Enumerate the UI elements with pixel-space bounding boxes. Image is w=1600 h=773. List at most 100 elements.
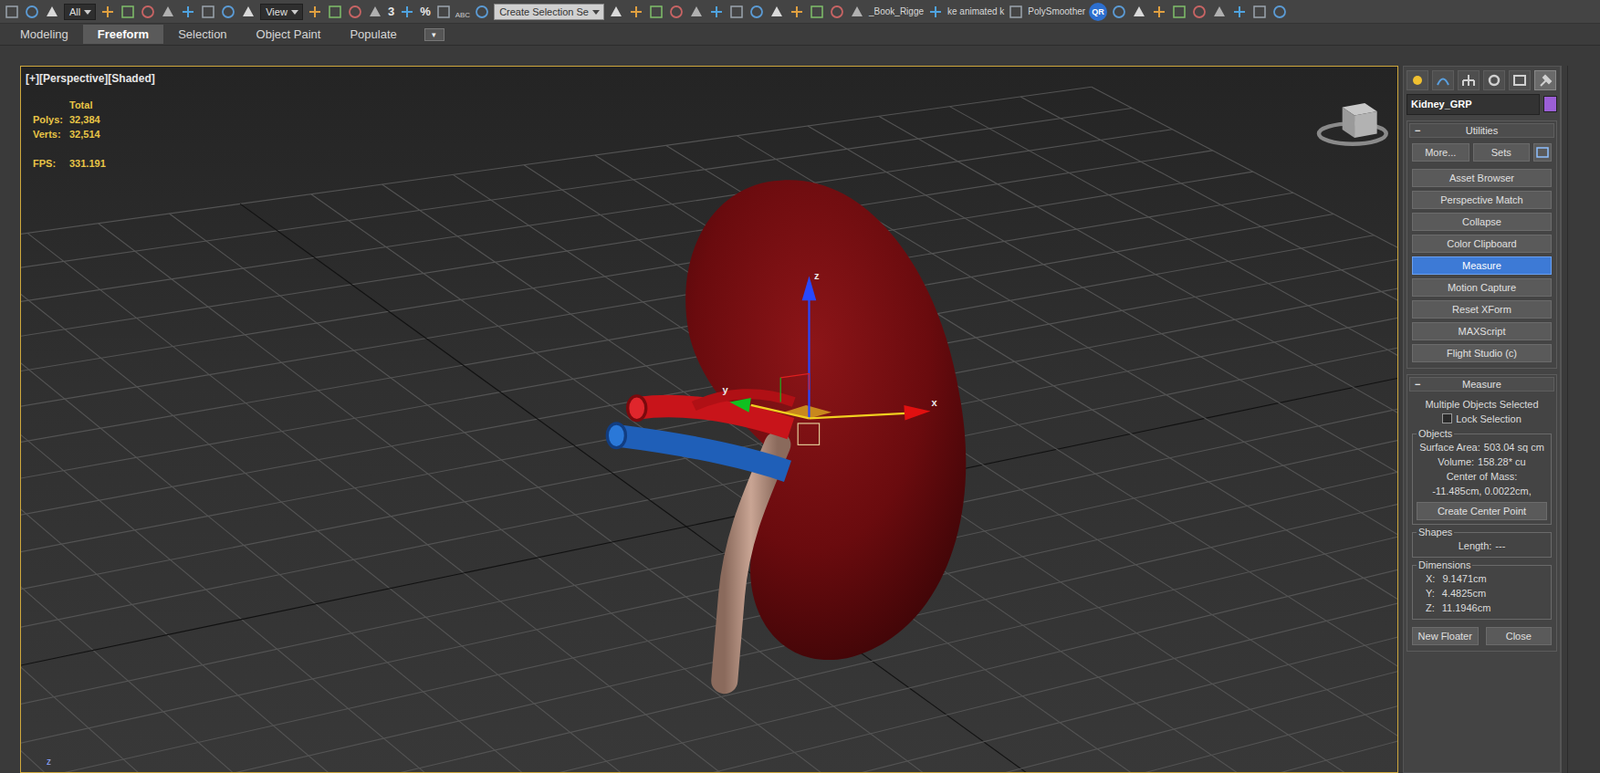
utility-button[interactable]: Flight Studio (c) xyxy=(1411,344,1552,363)
tool-icon[interactable] xyxy=(768,3,785,21)
ribbon-tabs: ModelingFreeformSelectionObject PaintPop… xyxy=(0,23,1600,46)
qr-button[interactable]: QR xyxy=(1088,2,1108,21)
edit-named-selection[interactable]: ABC xyxy=(455,10,471,23)
utility-button[interactable]: MAXScript xyxy=(1411,322,1552,341)
tool-icon[interactable] xyxy=(473,3,491,21)
tool-icon[interactable] xyxy=(668,3,685,21)
ribbon-tab[interactable]: Modeling xyxy=(5,24,84,44)
configure-sets-icon[interactable] xyxy=(1533,143,1552,162)
toolbar-script-label[interactable]: _Book_Rigge xyxy=(868,4,924,19)
tool-icon[interactable] xyxy=(1191,3,1208,21)
ribbon-tab[interactable]: Populate xyxy=(334,24,411,44)
tool-icon[interactable] xyxy=(648,3,665,21)
utility-button[interactable]: Color Clipboard xyxy=(1411,234,1552,253)
tool-icon[interactable] xyxy=(435,3,452,21)
move-gizmo[interactable]: xyz xyxy=(722,270,939,446)
tool-icon[interactable] xyxy=(23,3,41,21)
tool-icon[interactable] xyxy=(927,3,944,21)
toolbar-dropdown[interactable]: All xyxy=(63,3,96,21)
rollout-header[interactable]: −Utilities xyxy=(1409,123,1555,138)
object-name-field[interactable]: Kidney_GRP xyxy=(1406,94,1540,116)
utility-button[interactable]: Perspective Match xyxy=(1411,190,1552,210)
tool-icon[interactable] xyxy=(828,3,846,21)
toolbar-script-label[interactable]: ke animated k xyxy=(947,4,1004,19)
dimension-list: X:9.1471cmY:4.4825cmZ:11.1946cm xyxy=(1416,571,1548,616)
new-floater-button[interactable]: New Floater xyxy=(1411,627,1479,646)
tool-icon[interactable] xyxy=(1150,3,1168,21)
utility-button[interactable]: Measure xyxy=(1411,256,1552,275)
tool-icon[interactable] xyxy=(179,3,197,21)
lock-selection-checkbox[interactable] xyxy=(1442,413,1453,424)
tool-icon[interactable] xyxy=(346,3,364,21)
panel-tab-icon[interactable] xyxy=(1406,70,1429,91)
lock-selection-row[interactable]: Lock Selection xyxy=(1411,411,1552,427)
panel-tab-icon[interactable] xyxy=(1432,70,1454,91)
tool-icon[interactable] xyxy=(748,3,765,21)
tool-icon[interactable] xyxy=(708,3,725,21)
rollout-toggle[interactable]: − xyxy=(1414,377,1421,391)
tool-icon[interactable] xyxy=(1110,3,1128,21)
viewport-label-menu[interactable]: [+][Perspective][Shaded] xyxy=(25,70,156,87)
viewport-scene[interactable]: xyz xyxy=(20,66,1398,773)
viewcube-icon[interactable] xyxy=(1318,103,1387,145)
tool-icon[interactable] xyxy=(728,3,745,21)
tool-icon[interactable] xyxy=(326,3,344,21)
toolbar-script-label[interactable]: PolySmoother xyxy=(1027,4,1086,19)
panel-tab-icon[interactable] xyxy=(1534,70,1557,91)
tool-icon[interactable] xyxy=(3,3,21,21)
tool-icon[interactable] xyxy=(848,3,866,21)
tool-icon[interactable] xyxy=(119,3,136,21)
tool-icon[interactable] xyxy=(688,3,705,21)
ribbon-menu-button[interactable]: ▾ xyxy=(424,28,445,42)
snap-toggle[interactable]: % xyxy=(418,2,432,21)
panel-scrollbar[interactable] xyxy=(1567,65,1569,773)
tool-icon[interactable] xyxy=(159,3,177,21)
create-center-point-button[interactable]: Create Center Point xyxy=(1416,501,1548,521)
toolbar-dropdown[interactable]: View xyxy=(260,3,304,21)
tool-icon[interactable] xyxy=(627,3,645,21)
tool-icon[interactable] xyxy=(1171,3,1188,21)
more-button[interactable]: More... xyxy=(1411,143,1470,162)
panel-tab-icon[interactable] xyxy=(1508,70,1531,91)
close-button[interactable]: Close xyxy=(1485,627,1553,646)
tool-icon[interactable] xyxy=(398,3,416,21)
rollout-header[interactable]: − Measure xyxy=(1409,376,1555,392)
ribbon-tab[interactable]: Object Paint xyxy=(241,24,336,44)
main-toolbar: All View 3% ABC Create Selection Se _Book_Rig… xyxy=(0,0,1600,24)
left-margin xyxy=(0,65,21,773)
tool-icon[interactable] xyxy=(43,3,61,21)
utility-button[interactable]: Asset Browser xyxy=(1411,168,1552,188)
tool-icon[interactable] xyxy=(607,3,625,21)
rollout-title: Measure xyxy=(1462,378,1502,390)
kidney-model[interactable] xyxy=(606,179,966,680)
rollout-toggle[interactable]: − xyxy=(1414,124,1421,137)
tool-icon[interactable] xyxy=(366,3,384,21)
tool-icon[interactable] xyxy=(99,3,116,21)
sets-button[interactable]: Sets xyxy=(1473,143,1531,162)
panel-tab-icon[interactable] xyxy=(1483,70,1506,91)
dimension-axis: X: xyxy=(1425,573,1435,585)
tool-icon[interactable] xyxy=(199,3,217,21)
utility-button[interactable]: Reset XForm xyxy=(1411,300,1552,319)
tool-icon[interactable] xyxy=(1130,3,1148,21)
tool-icon[interactable] xyxy=(808,3,826,21)
utility-button[interactable]: Motion Capture xyxy=(1411,278,1552,297)
named-selection-dropdown[interactable]: Create Selection Se xyxy=(493,3,605,21)
tool-icon[interactable] xyxy=(1251,3,1268,21)
tool-icon[interactable] xyxy=(1211,3,1228,21)
panel-tab-icon[interactable] xyxy=(1457,70,1480,91)
perspective-viewport[interactable]: xyz[+][Perspective][Shaded]TotalPolys:32… xyxy=(20,65,1399,773)
tool-icon[interactable] xyxy=(1271,3,1288,21)
tool-icon[interactable] xyxy=(1007,3,1025,21)
tool-icon[interactable] xyxy=(306,3,324,21)
utility-button[interactable]: Collapse xyxy=(1411,212,1552,231)
tool-icon[interactable] xyxy=(139,3,157,21)
ribbon-tab[interactable]: Selection xyxy=(163,24,241,44)
tool-icon[interactable] xyxy=(240,3,257,21)
snap-toggle[interactable]: 3 xyxy=(386,2,396,21)
tool-icon[interactable] xyxy=(1231,3,1248,21)
tool-icon[interactable] xyxy=(788,3,806,21)
object-color-swatch[interactable] xyxy=(1543,95,1558,113)
tool-icon[interactable] xyxy=(219,3,237,21)
ribbon-tab[interactable]: Freeform xyxy=(83,24,164,44)
